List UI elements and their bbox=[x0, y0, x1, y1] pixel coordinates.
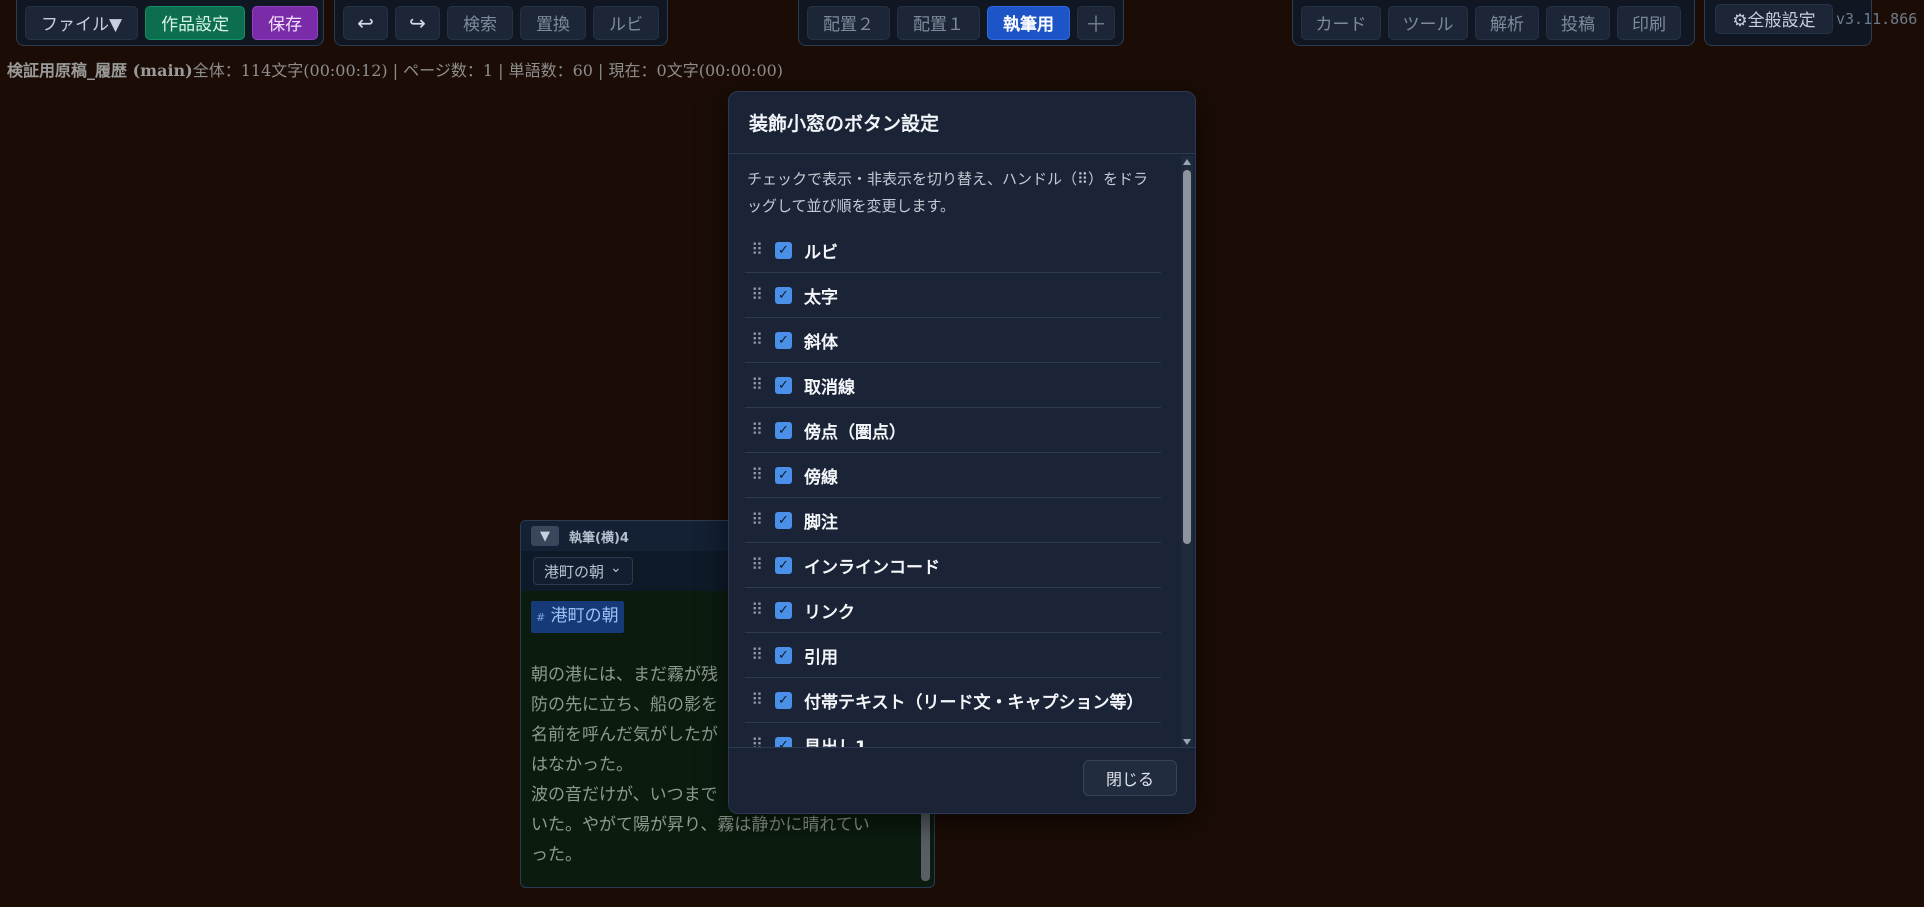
checkbox[interactable]: ✓ bbox=[775, 511, 792, 529]
document-select[interactable]: 港町の朝 ⌄ bbox=[533, 557, 633, 585]
ruby-button[interactable]: ルビ bbox=[593, 5, 659, 40]
chevron-down-icon: ⌄ bbox=[610, 560, 622, 576]
option-label: ルビ bbox=[804, 242, 838, 263]
dialog-title: 装飾小窓のボタン設定 bbox=[729, 92, 1195, 154]
general-settings-button[interactable]: ⚙全般設定 bbox=[1715, 3, 1833, 34]
add-layout-icon[interactable]: ＋ bbox=[1077, 5, 1115, 40]
dialog-scrollbar[interactable] bbox=[1181, 156, 1193, 748]
file-menu-button[interactable]: ファイル▼ bbox=[25, 5, 139, 40]
scroll-down-icon[interactable] bbox=[1183, 739, 1191, 745]
save-button[interactable]: 保存 bbox=[252, 5, 319, 40]
document-select-value: 港町の朝 bbox=[544, 562, 605, 581]
option-label: 太字 bbox=[804, 287, 838, 308]
drag-handle-icon[interactable]: ⠿ bbox=[749, 467, 765, 483]
option-label: 斜体 bbox=[804, 332, 838, 353]
toolbar-layout-group: 配置２ 配置１ 執筆用 ＋ bbox=[798, 0, 1124, 46]
option-label: 傍点（圏点） bbox=[804, 422, 906, 443]
replace-button[interactable]: 置換 bbox=[520, 5, 586, 40]
document-name: 検証用原稿_履歴 (main) bbox=[7, 61, 193, 80]
heading-highlight: # 港町の朝 bbox=[531, 601, 624, 633]
option-label: 付帯テキスト（リード文・キャプション等） bbox=[804, 692, 1144, 713]
option-label: リンク bbox=[804, 602, 855, 623]
option-label: 脚注 bbox=[804, 512, 838, 533]
heading-text: 港町の朝 bbox=[550, 606, 619, 626]
analysis-button[interactable]: 解析 bbox=[1475, 5, 1539, 40]
toolbar-file-group: ファイル▼ 作品設定 保存 bbox=[16, 0, 324, 46]
drag-handle-icon[interactable]: ⠿ bbox=[749, 422, 765, 438]
search-button[interactable]: 検索 bbox=[447, 5, 513, 40]
drag-handle-icon[interactable]: ⠿ bbox=[749, 692, 765, 708]
tab-writing[interactable]: 執筆用 bbox=[987, 5, 1070, 40]
checkbox[interactable]: ✓ bbox=[775, 241, 792, 259]
drag-handle-icon[interactable]: ⠿ bbox=[749, 377, 765, 393]
tool-button[interactable]: ツール bbox=[1388, 5, 1468, 40]
card-button[interactable]: カード bbox=[1301, 5, 1381, 40]
drag-handle-icon[interactable]: ⠿ bbox=[749, 602, 765, 618]
text-line: いた。やがて陽が昇り、霧は静かに晴れてい bbox=[531, 815, 870, 835]
option-list: ⠿ ✓ ルビ ⠿ ✓ 太字 ⠿ ✓ 斜体 ⠿ ✓ 取消線 ⠿ ✓ 傍点（圏点） … bbox=[729, 220, 1195, 749]
option-label: 引用 bbox=[804, 647, 838, 668]
checkbox[interactable]: ✓ bbox=[775, 331, 792, 349]
toolbar-tools-group: カード ツール 解析 投稿 印刷 bbox=[1292, 0, 1695, 46]
drag-handle-icon[interactable]: ⠿ bbox=[749, 332, 765, 348]
print-button[interactable]: 印刷 bbox=[1617, 5, 1681, 40]
dialog-footer: 閉じる bbox=[729, 747, 1195, 813]
checkbox[interactable]: ✓ bbox=[775, 421, 792, 439]
decoration-button-settings-dialog: 装飾小窓のボタン設定 チェックで表示・非表示を切り替え、ハンドル（⠿）をドラッグ… bbox=[728, 91, 1196, 814]
option-italic: ⠿ ✓ 斜体 bbox=[745, 318, 1161, 363]
option-label: 傍線 bbox=[804, 467, 838, 488]
redo-icon[interactable]: ↪ bbox=[395, 5, 440, 40]
tab-layout-1[interactable]: 配置１ bbox=[897, 5, 980, 40]
heading-hash: # bbox=[536, 611, 546, 624]
option-inline-code: ⠿ ✓ インラインコード bbox=[745, 543, 1161, 588]
document-stats: 全体：114文字(00:00:12) | ページ数：1 | 単語数：60 | 現… bbox=[192, 61, 784, 80]
close-button[interactable]: 閉じる bbox=[1082, 760, 1177, 796]
drag-handle-icon[interactable]: ⠿ bbox=[749, 647, 765, 663]
option-label: 取消線 bbox=[804, 377, 855, 398]
checkbox[interactable]: ✓ bbox=[775, 646, 792, 664]
dialog-description: チェックで表示・非表示を切り替え、ハンドル（⠿）をドラッグして並び順を変更します… bbox=[747, 170, 1148, 215]
option-heading-1: ⠿ ✓ 見出し1 bbox=[745, 723, 1161, 749]
checkbox[interactable]: ✓ bbox=[775, 556, 792, 574]
tab-layout-2[interactable]: 配置２ bbox=[807, 5, 890, 40]
option-link: ⠿ ✓ リンク bbox=[745, 588, 1161, 633]
option-footnote: ⠿ ✓ 脚注 bbox=[745, 498, 1161, 543]
drag-handle-icon[interactable]: ⠿ bbox=[749, 242, 765, 258]
drag-handle-icon[interactable]: ⠿ bbox=[749, 512, 765, 528]
checkbox[interactable]: ✓ bbox=[775, 466, 792, 484]
version-label: v3.11.866 bbox=[1836, 10, 1918, 28]
work-settings-button[interactable]: 作品設定 bbox=[145, 5, 246, 40]
option-label: インラインコード bbox=[804, 557, 940, 578]
option-bold: ⠿ ✓ 太字 bbox=[745, 273, 1161, 318]
scroll-up-icon[interactable] bbox=[1183, 159, 1191, 165]
option-quote: ⠿ ✓ 引用 bbox=[745, 633, 1161, 678]
text-line: った。 bbox=[531, 845, 582, 865]
collapse-icon[interactable]: ▼ bbox=[531, 526, 559, 546]
editor-title: 執筆(横)4 bbox=[569, 530, 629, 546]
option-ruby: ⠿ ✓ ルビ bbox=[745, 228, 1161, 273]
option-emphasis-dots: ⠿ ✓ 傍点（圏点） bbox=[745, 408, 1161, 453]
toolbar-edit-group: ↩ ↪ 検索 置換 ルビ bbox=[334, 0, 668, 46]
checkbox[interactable]: ✓ bbox=[775, 601, 792, 619]
dialog-body: チェックで表示・非表示を切り替え、ハンドル（⠿）をドラッグして並び順を変更します… bbox=[729, 154, 1195, 749]
scroll-thumb[interactable] bbox=[1183, 170, 1191, 544]
option-supplementary-text: ⠿ ✓ 付帯テキスト（リード文・キャプション等） bbox=[745, 678, 1161, 723]
checkbox[interactable]: ✓ bbox=[775, 691, 792, 709]
post-button[interactable]: 投稿 bbox=[1546, 5, 1610, 40]
status-line: 検証用原稿_履歴 (main)全体：114文字(00:00:12) | ページ数… bbox=[7, 57, 783, 81]
checkbox[interactable]: ✓ bbox=[775, 376, 792, 394]
drag-handle-icon[interactable]: ⠿ bbox=[749, 557, 765, 573]
checkbox[interactable]: ✓ bbox=[775, 286, 792, 304]
option-side-line: ⠿ ✓ 傍線 bbox=[745, 453, 1161, 498]
undo-icon[interactable]: ↩ bbox=[343, 5, 388, 40]
drag-handle-icon[interactable]: ⠿ bbox=[749, 287, 765, 303]
option-strikethrough: ⠿ ✓ 取消線 bbox=[745, 363, 1161, 408]
